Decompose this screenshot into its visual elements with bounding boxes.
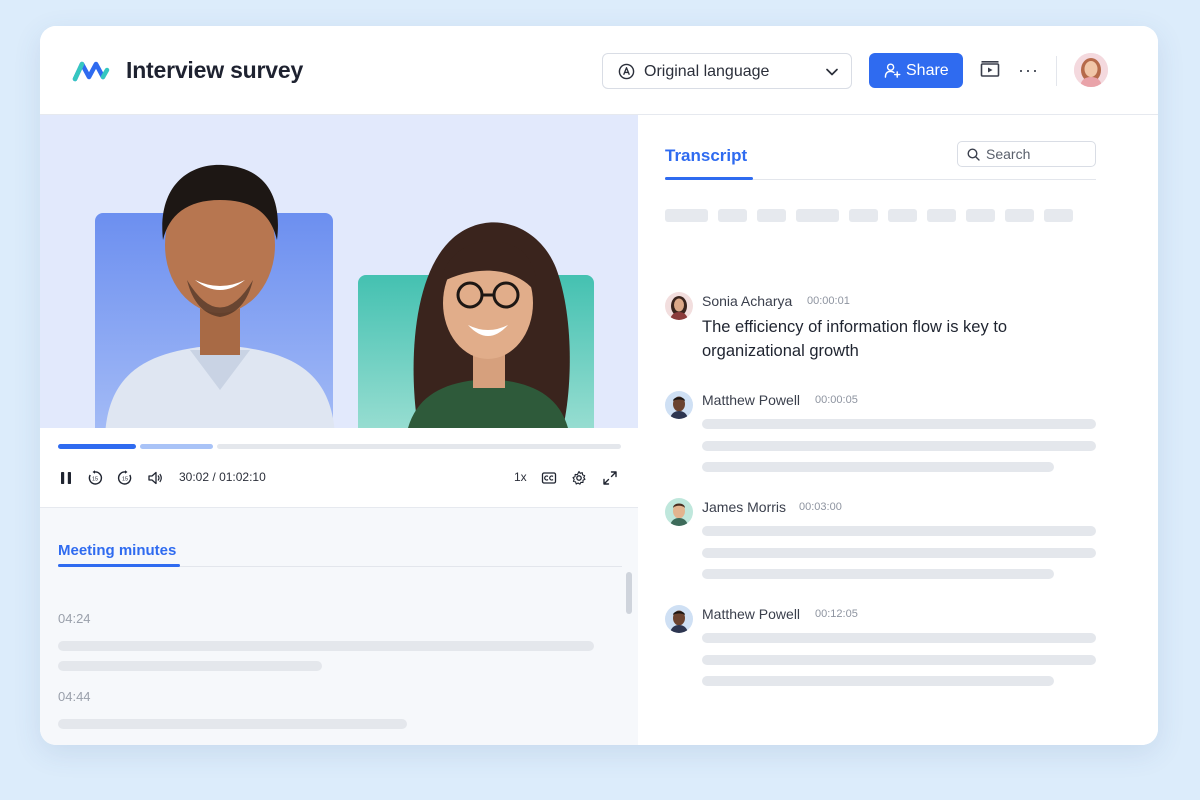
speaker-avatar [665, 498, 693, 526]
transcript-panel: Transcript Sonia Acharya 00:00:01 The ef… [639, 115, 1158, 745]
search-input[interactable] [986, 145, 1090, 163]
utterance-timestamp[interactable]: 00:00:05 [815, 394, 858, 406]
scrollbar[interactable] [626, 572, 632, 614]
filter-chip-placeholder[interactable] [1005, 209, 1034, 222]
svg-text:15: 15 [92, 477, 98, 483]
speaker-name: Matthew Powell [702, 392, 801, 408]
avatar[interactable] [1074, 53, 1108, 87]
text-placeholder [702, 548, 1096, 558]
share-button-label: Share [906, 62, 949, 79]
tab-transcript[interactable]: Transcript [665, 146, 747, 166]
utterance-timestamp[interactable]: 00:12:05 [815, 608, 858, 620]
text-placeholder [702, 441, 1096, 451]
speaker-avatar [665, 605, 693, 633]
more-horizontal-icon[interactable]: ··· [1018, 60, 1038, 80]
settings-icon[interactable] [571, 470, 587, 486]
pause-icon[interactable] [58, 470, 74, 486]
text-placeholder [702, 419, 1096, 429]
filter-chip-placeholder[interactable] [849, 209, 878, 222]
speaker-avatar [665, 391, 693, 419]
top-bar: Interview survey Original language Share [40, 26, 1158, 115]
utterance-text: The efficiency of information flow is ke… [702, 318, 1008, 360]
wave-logo-icon [72, 61, 110, 82]
speaker-name: Matthew Powell [702, 606, 801, 622]
utterance-timestamp[interactable]: 00:03:00 [799, 501, 842, 513]
language-select-value: Original language [644, 63, 770, 80]
minutes-timestamp[interactable]: 04:24 [58, 611, 91, 626]
text-placeholder [702, 462, 1054, 472]
left-panel: 15 15 30:02 / 01:02:10 1x Meeting minute… [40, 115, 638, 745]
time-total: 01:02:10 [219, 470, 266, 484]
filter-chip-placeholder[interactable] [1044, 209, 1073, 222]
text-placeholder [702, 526, 1096, 536]
video-player[interactable] [40, 115, 638, 428]
text-placeholder [58, 641, 594, 651]
translate-icon [618, 63, 635, 80]
participant-video-man [105, 164, 335, 428]
text-placeholder [702, 633, 1096, 643]
language-select[interactable]: Original language [602, 53, 852, 89]
filter-chip-placeholder[interactable] [888, 209, 917, 222]
progress-played [58, 444, 136, 449]
presentation-icon[interactable] [980, 61, 1000, 79]
speaker-name: Sonia Acharya [702, 293, 793, 309]
filter-chip-placeholder[interactable] [718, 209, 747, 222]
minutes-timestamp[interactable]: 04:44 [58, 689, 91, 704]
text-placeholder [702, 655, 1096, 665]
transcript-search[interactable] [957, 141, 1096, 167]
forward-15-icon[interactable]: 15 [117, 470, 133, 486]
text-placeholder [702, 569, 1054, 579]
playback-speed-button[interactable]: 1x [514, 470, 527, 484]
text-placeholder [702, 676, 1054, 686]
player-controls: 15 15 30:02 / 01:02:10 1x [40, 428, 638, 508]
search-icon [967, 148, 980, 161]
progress-buffered [140, 444, 213, 449]
rewind-15-icon[interactable]: 15 [87, 470, 103, 486]
page-title: Interview survey [126, 57, 304, 83]
active-tab-indicator [58, 564, 180, 567]
filter-chip-placeholder[interactable] [966, 209, 995, 222]
header-divider [1056, 56, 1057, 86]
time-readout: 30:02 / 01:02:10 [179, 470, 266, 484]
speaker-name: James Morris [702, 499, 787, 515]
volume-icon[interactable] [147, 470, 163, 486]
utterance-timestamp[interactable]: 00:00:01 [807, 295, 850, 307]
captions-icon[interactable] [541, 470, 557, 486]
time-separator: / [212, 470, 216, 484]
active-tab-indicator [665, 177, 753, 180]
progress-bar[interactable] [58, 444, 621, 449]
share-button[interactable]: Share [869, 53, 963, 88]
participant-video-woman [408, 222, 570, 428]
time-current: 30:02 [179, 470, 210, 484]
filter-chip-placeholder[interactable] [927, 209, 956, 222]
svg-text:15: 15 [122, 477, 128, 483]
app-window: Interview survey Original language Share [40, 26, 1158, 745]
filter-chip-placeholder[interactable] [796, 209, 839, 222]
text-placeholder [58, 719, 407, 729]
meeting-minutes-panel: Meeting minutes 04:24 04:44 [40, 508, 638, 745]
progress-remaining [217, 444, 621, 449]
speaker-avatar [665, 292, 693, 320]
tab-meeting-minutes[interactable]: Meeting minutes [58, 542, 176, 559]
text-placeholder [58, 661, 322, 671]
chevron-down-icon [826, 68, 838, 76]
fullscreen-icon[interactable] [602, 470, 618, 486]
filter-chip-placeholder[interactable] [757, 209, 786, 222]
filter-chip-placeholder[interactable] [665, 209, 708, 222]
add-person-icon [884, 63, 901, 78]
